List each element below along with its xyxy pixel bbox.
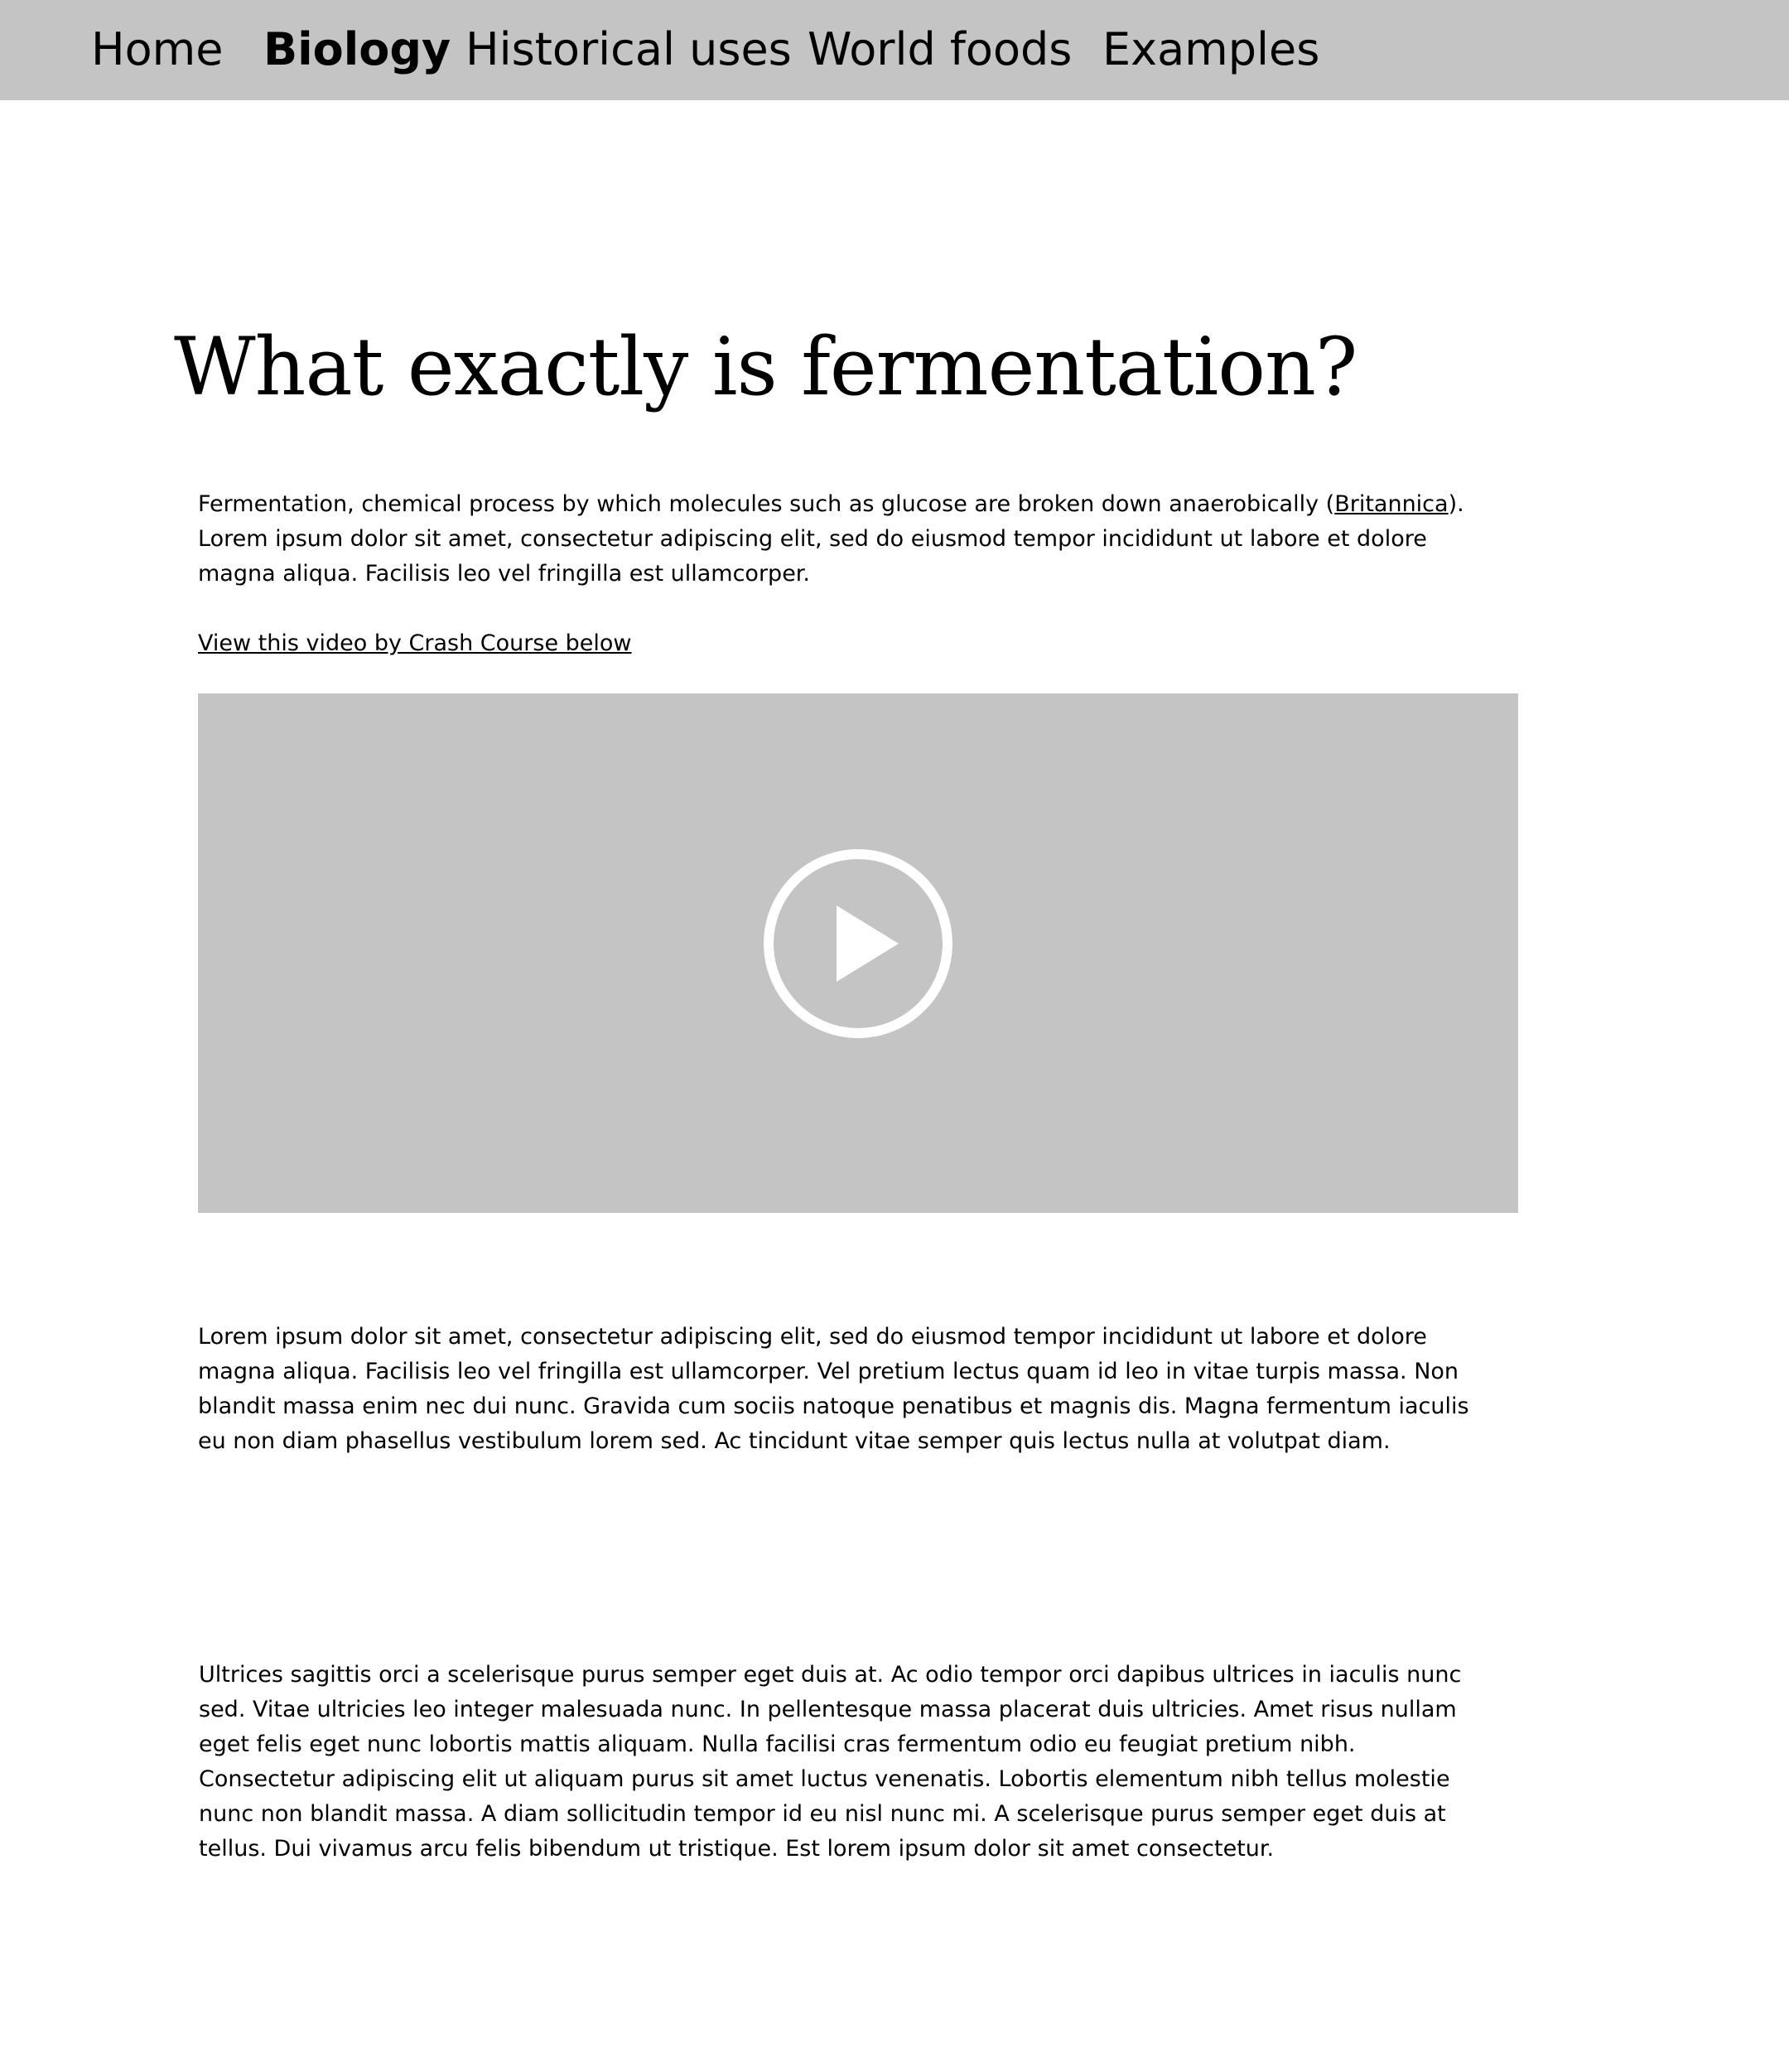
intro-paragraph: Fermentation, chemical process by which … (198, 487, 1490, 592)
nav-item-examples[interactable]: Examples (1102, 23, 1319, 76)
nav-item-world-foods[interactable]: World foods (808, 23, 1072, 76)
play-icon[interactable] (762, 848, 954, 1040)
video-player[interactable] (198, 693, 1518, 1213)
nav-item-biology[interactable]: Biology (263, 23, 451, 76)
video-link[interactable]: View this video by Crash Course below (198, 626, 632, 661)
britannica-link[interactable]: Britannica (1334, 491, 1448, 517)
top-navigation-bar: Home Biology Historical uses World foods… (0, 0, 1789, 100)
page-title: What exactly is fermentation? (174, 321, 1357, 413)
nav-item-historical-uses[interactable]: Historical uses (465, 23, 792, 76)
intro-text-before-link: Fermentation, chemical process by which … (198, 491, 1335, 517)
body-paragraph-2: Ultrices sagittis orci a scelerisque pur… (199, 1662, 1462, 1862)
nav-item-home[interactable]: Home (91, 23, 223, 76)
body-paragraph-1: Lorem ipsum dolor sit amet, consectetur … (198, 1324, 1469, 1454)
